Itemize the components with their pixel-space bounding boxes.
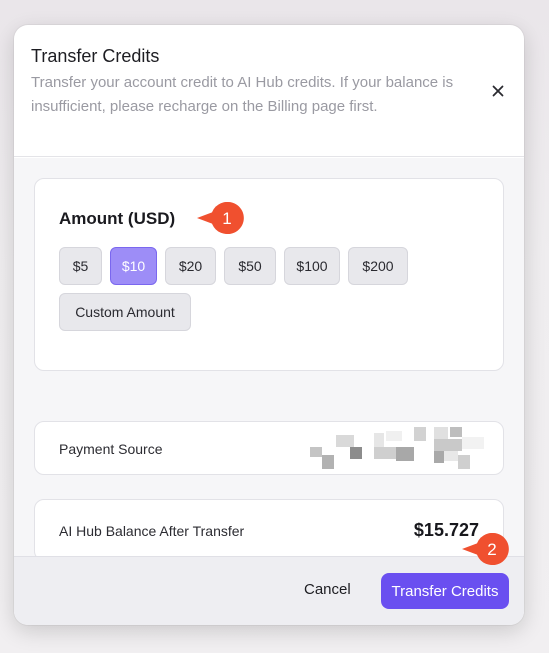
balance-label: AI Hub Balance After Transfer	[59, 523, 245, 539]
custom-amount-button[interactable]: Custom Amount	[59, 293, 191, 331]
close-icon	[492, 85, 504, 97]
amount-option-5[interactable]: $5	[59, 247, 102, 285]
payment-source-label: Payment Source	[59, 441, 163, 457]
dialog-header: Transfer Credits Transfer your account c…	[14, 25, 524, 157]
amount-card: Amount (USD) $5 $10 $20 $50 $100 $200 Cu…	[34, 178, 504, 371]
transfer-credits-dialog: Transfer Credits Transfer your account c…	[14, 25, 524, 625]
step-marker-1: 1	[197, 202, 244, 234]
dialog-body: Amount (USD) $5 $10 $20 $50 $100 $200 Cu…	[14, 158, 524, 561]
amount-option-100[interactable]: $100	[284, 247, 340, 285]
balance-after-transfer-row: AI Hub Balance After Transfer $15.727	[34, 499, 504, 561]
amount-option-50[interactable]: $50	[224, 247, 276, 285]
payment-source-row[interactable]: Payment Source	[34, 421, 504, 475]
transfer-credits-button[interactable]: Transfer Credits	[381, 573, 509, 609]
step-marker-2: 2	[462, 533, 509, 565]
amount-option-200[interactable]: $200	[348, 247, 408, 285]
close-button[interactable]	[488, 81, 508, 101]
step-marker-2-number: 2	[487, 540, 496, 559]
dialog-description: Transfer your account credit to AI Hub c…	[31, 74, 454, 115]
step-marker-1-number: 1	[222, 209, 231, 228]
amount-option-20[interactable]: $20	[165, 247, 216, 285]
amount-option-10[interactable]: $10	[110, 247, 157, 285]
redacted-payment-source	[310, 427, 484, 469]
dialog-footer: Cancel Transfer Credits	[14, 556, 524, 625]
amount-title: Amount (USD)	[59, 209, 176, 228]
cancel-button[interactable]: Cancel	[304, 581, 351, 598]
dialog-title: Transfer Credits	[31, 46, 160, 66]
